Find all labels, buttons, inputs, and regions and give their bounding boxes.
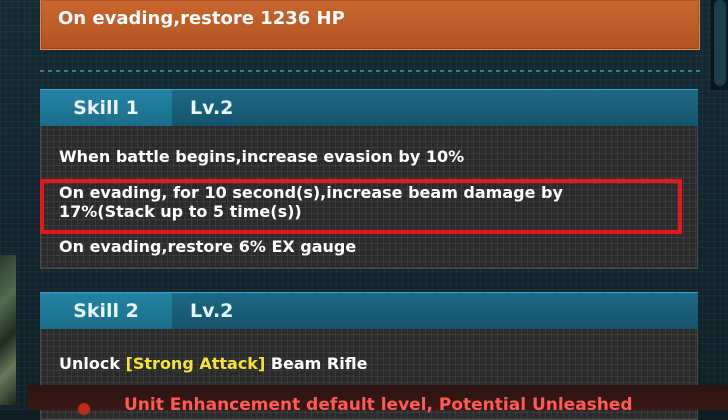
skill-1-line-1: When battle begins,increase evasion by 1… [59,147,465,166]
skill-1-level: Lv.2 [190,97,234,119]
bottom-banner: Unit Enhancement default level, Potentia… [28,385,728,415]
bottom-banner-text: Unit Enhancement default level, Potentia… [124,395,633,415]
skill-2-unlock-line: Unlock [Strong Attack] Beam Rifle [59,355,367,373]
unlock-prefix: Unlock [59,354,126,373]
highlight-box [40,179,682,234]
skill-2-level: Lv.2 [190,300,234,322]
unlock-suffix: Beam Rifle [265,354,368,373]
warning-dot-icon [78,403,90,415]
dotted-divider [40,70,700,72]
skill-1-name: Skill 1 [40,90,172,126]
scrollbar-thumb[interactable] [714,0,726,86]
restore-hp-panel: On evading,restore 1236 HP [40,0,700,50]
restore-hp-text: On evading,restore 1236 HP [58,8,345,29]
strong-attack-tag: [Strong Attack] [125,354,266,373]
skill-2-name: Skill 2 [40,293,172,329]
skill-1-line-4: On evading,restore 6% EX gauge [59,237,357,256]
unit-artwork-fragment [0,255,16,405]
skill-2-header: Skill 2 Lv.2 [40,292,698,329]
scrollbar[interactable] [710,0,728,90]
skill-1-header: Skill 1 Lv.2 [40,89,698,126]
